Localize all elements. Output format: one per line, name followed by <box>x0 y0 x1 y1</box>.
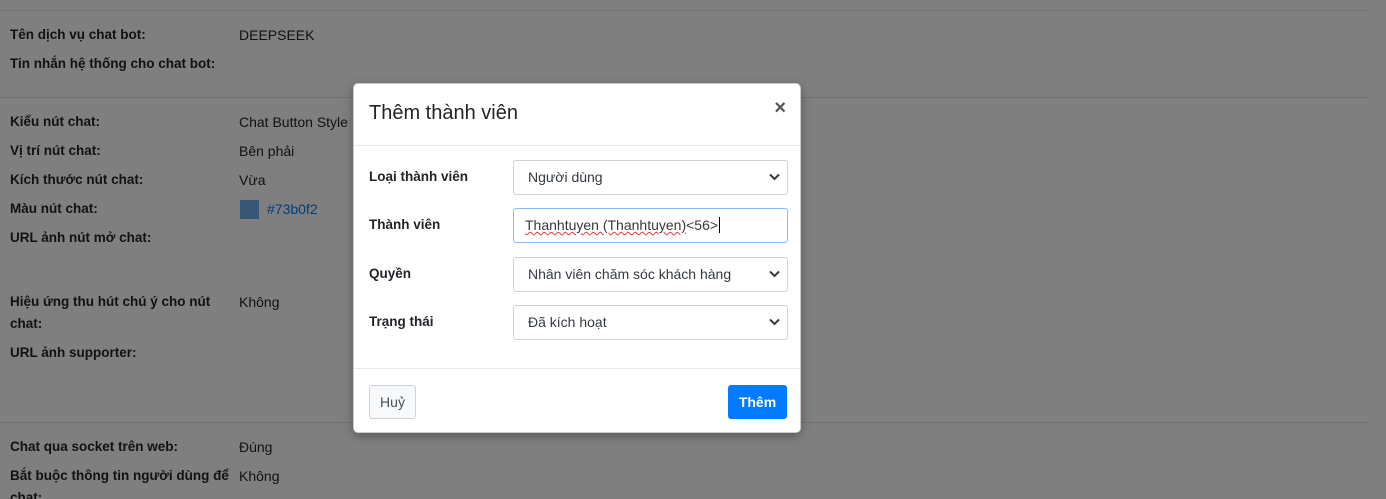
status-value: Đã kích hoạt <box>528 314 607 330</box>
modal-title: Thêm thành viên <box>369 102 518 124</box>
add-button[interactable]: Thêm <box>728 385 787 419</box>
member-type-value: Người dùng <box>528 169 603 185</box>
member-type-label: Loại thành viên <box>369 169 469 184</box>
cancel-button[interactable]: Huỷ <box>369 385 416 419</box>
close-icon[interactable]: × <box>774 96 786 120</box>
role-label: Quyền <box>369 266 412 281</box>
chevron-down-icon <box>769 258 781 291</box>
member-input-value: Thanhtuyen (Thanhtuyen) <box>525 217 687 233</box>
modal-header: Thêm thành viên × <box>354 84 800 146</box>
member-label: Thành viên <box>369 217 441 232</box>
member-input-id: <56> <box>686 217 719 233</box>
member-type-select[interactable]: Người dùng <box>513 160 788 195</box>
chevron-down-icon <box>769 306 781 339</box>
role-value: Nhân viên chăm sóc khách hàng <box>528 266 732 282</box>
member-input[interactable]: Thanhtuyen (Thanhtuyen)<56> <box>513 208 788 243</box>
text-cursor <box>719 217 721 233</box>
role-select[interactable]: Nhân viên chăm sóc khách hàng <box>513 257 788 292</box>
status-select[interactable]: Đã kích hoạt <box>513 305 788 340</box>
modal-footer-divider <box>354 368 800 369</box>
chevron-down-icon <box>769 161 781 194</box>
add-member-modal: Thêm thành viên × Loại thành viên Người … <box>353 83 801 433</box>
status-label: Trạng thái <box>369 314 434 329</box>
